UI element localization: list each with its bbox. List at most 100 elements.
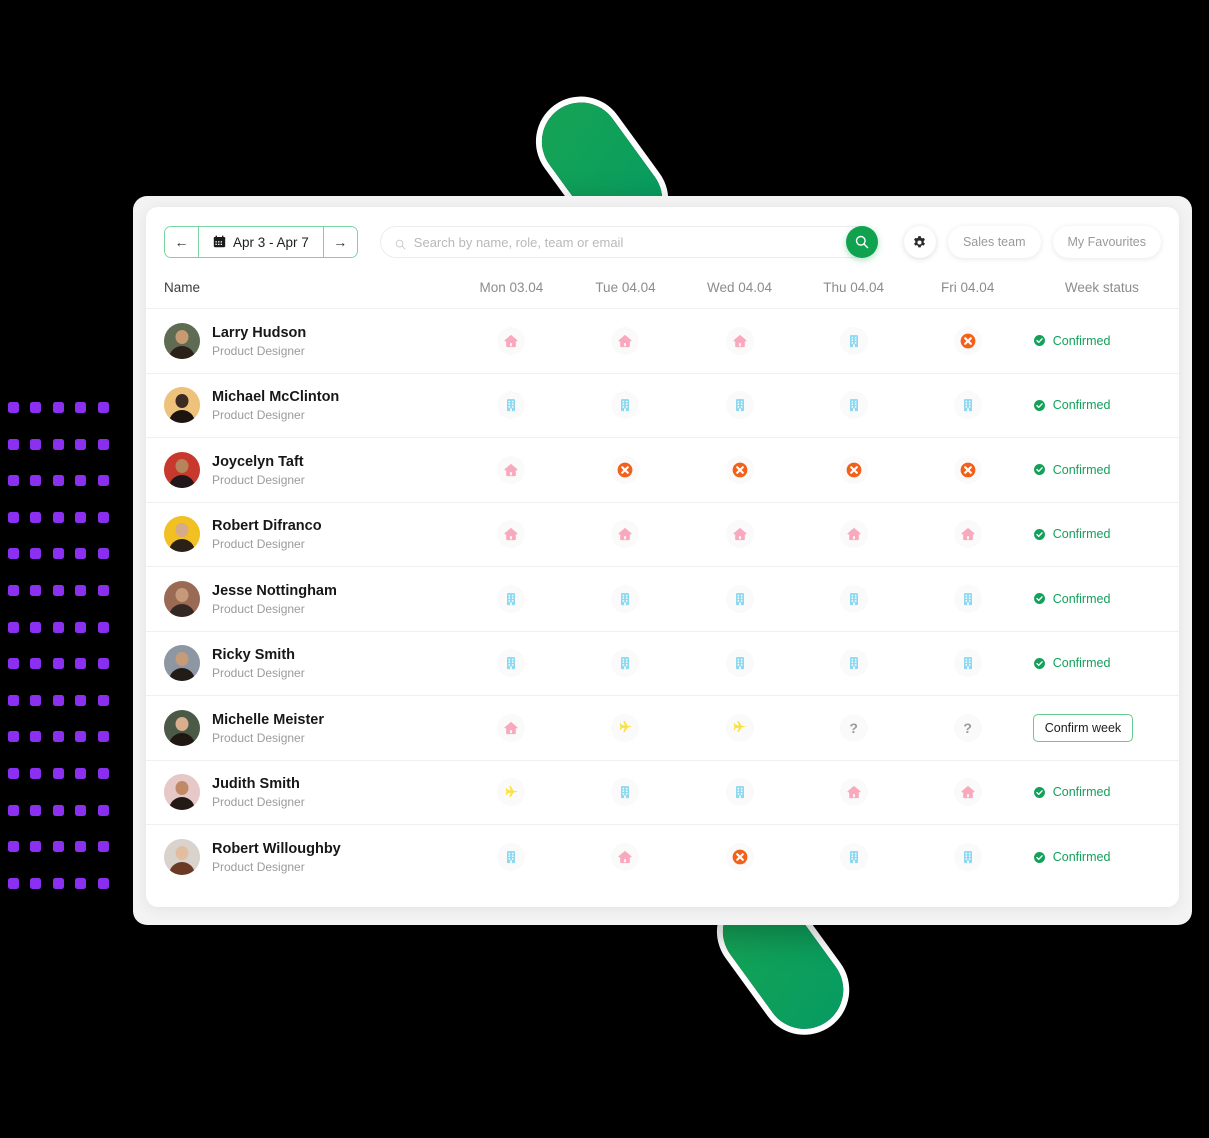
day-status-office[interactable] bbox=[683, 778, 797, 807]
cell-day-1[interactable] bbox=[568, 567, 682, 632]
next-week-button[interactable]: → bbox=[322, 227, 357, 257]
office-building-icon[interactable] bbox=[839, 649, 868, 678]
cell-day-2[interactable] bbox=[683, 631, 797, 696]
home-icon[interactable] bbox=[611, 843, 640, 871]
cell-day-2[interactable] bbox=[683, 373, 797, 438]
cell-day-1[interactable] bbox=[568, 825, 682, 890]
day-status-office[interactable] bbox=[454, 391, 568, 420]
day-status-office[interactable] bbox=[911, 649, 1025, 678]
question-mark-icon[interactable]: ? bbox=[839, 713, 868, 742]
cell-day-1[interactable] bbox=[568, 502, 682, 567]
day-status-home[interactable] bbox=[454, 455, 568, 484]
cell-day-1[interactable] bbox=[568, 631, 682, 696]
office-building-icon[interactable] bbox=[497, 584, 526, 613]
search-submit-button[interactable] bbox=[845, 226, 878, 258]
cell-day-0[interactable] bbox=[454, 825, 568, 890]
cell-day-3[interactable] bbox=[797, 760, 911, 825]
cell-day-3[interactable] bbox=[797, 631, 911, 696]
day-status-office[interactable] bbox=[911, 843, 1025, 871]
day-status-absent[interactable] bbox=[568, 455, 682, 484]
search-input[interactable] bbox=[413, 234, 853, 250]
day-status-office[interactable] bbox=[454, 649, 568, 678]
office-building-icon[interactable] bbox=[497, 843, 526, 871]
home-icon[interactable] bbox=[497, 713, 526, 742]
home-icon[interactable] bbox=[611, 326, 640, 355]
day-status-home[interactable] bbox=[911, 778, 1025, 807]
day-status-absent[interactable] bbox=[683, 843, 797, 871]
filter-sales-team-button[interactable]: Sales team bbox=[947, 226, 1041, 258]
cell-day-0[interactable] bbox=[454, 567, 568, 632]
office-building-icon[interactable] bbox=[839, 843, 868, 871]
home-icon[interactable] bbox=[497, 455, 526, 484]
day-status-home[interactable] bbox=[454, 520, 568, 549]
day-status-office[interactable] bbox=[797, 326, 911, 355]
table-row[interactable]: Michelle Meister Product Designer ? ? Co… bbox=[146, 695, 1179, 761]
office-building-icon[interactable] bbox=[725, 584, 754, 613]
table-row[interactable]: Michael McClinton Product Designer Confi… bbox=[146, 373, 1179, 438]
cell-day-3[interactable] bbox=[797, 825, 911, 890]
day-status-office[interactable] bbox=[454, 584, 568, 613]
cell-day-3[interactable] bbox=[797, 567, 911, 632]
cell-day-2[interactable] bbox=[683, 567, 797, 632]
cell-day-0[interactable] bbox=[454, 760, 568, 825]
day-status-home[interactable] bbox=[454, 713, 568, 742]
day-status-home[interactable] bbox=[454, 326, 568, 355]
filter-my-favourites-button[interactable]: My Favourites bbox=[1052, 226, 1161, 258]
home-icon[interactable] bbox=[497, 326, 526, 355]
office-building-icon[interactable] bbox=[725, 391, 754, 420]
day-status-office[interactable] bbox=[911, 391, 1025, 420]
home-icon[interactable] bbox=[497, 520, 526, 549]
day-status-unknown[interactable]: ? bbox=[911, 713, 1025, 742]
cell-day-2[interactable] bbox=[683, 309, 797, 374]
office-building-icon[interactable] bbox=[953, 584, 982, 613]
table-row[interactable]: Jesse Nottingham Product Designer Confir… bbox=[146, 566, 1179, 632]
day-status-travel[interactable] bbox=[454, 778, 568, 807]
day-status-office[interactable] bbox=[454, 843, 568, 871]
office-building-icon[interactable] bbox=[611, 391, 640, 420]
cell-day-3[interactable] bbox=[797, 309, 911, 374]
cell-day-1[interactable] bbox=[568, 309, 682, 374]
cell-day-0[interactable] bbox=[454, 696, 568, 761]
office-building-icon[interactable] bbox=[953, 649, 982, 678]
cell-day-2[interactable] bbox=[683, 760, 797, 825]
absent-x-circle-icon[interactable] bbox=[725, 455, 754, 484]
absent-x-circle-icon[interactable] bbox=[839, 455, 868, 484]
day-status-office[interactable] bbox=[568, 584, 682, 613]
day-status-office[interactable] bbox=[797, 584, 911, 613]
confirm-week-button[interactable]: Confirm week bbox=[1032, 713, 1134, 742]
absent-x-circle-icon[interactable] bbox=[953, 326, 982, 355]
cell-day-4[interactable] bbox=[911, 825, 1025, 890]
airplane-icon[interactable] bbox=[497, 778, 526, 807]
cell-day-2[interactable] bbox=[683, 502, 797, 567]
cell-day-4[interactable] bbox=[911, 631, 1025, 696]
cell-day-0[interactable] bbox=[454, 309, 568, 374]
office-building-icon[interactable] bbox=[611, 649, 640, 678]
day-status-travel[interactable] bbox=[683, 713, 797, 742]
cell-day-0[interactable] bbox=[454, 631, 568, 696]
day-status-home[interactable] bbox=[797, 778, 911, 807]
day-status-office[interactable] bbox=[683, 391, 797, 420]
day-status-office[interactable] bbox=[797, 649, 911, 678]
table-row[interactable]: Joycelyn Taft Product Designer Confirmed bbox=[146, 437, 1179, 503]
day-status-office[interactable] bbox=[683, 649, 797, 678]
cell-day-1[interactable] bbox=[568, 696, 682, 761]
cell-day-2[interactable] bbox=[683, 696, 797, 761]
day-status-home[interactable] bbox=[911, 520, 1025, 549]
day-status-office[interactable] bbox=[568, 778, 682, 807]
cell-day-4[interactable] bbox=[911, 567, 1025, 632]
airplane-icon[interactable] bbox=[725, 713, 754, 742]
day-status-office[interactable] bbox=[911, 584, 1025, 613]
office-building-icon[interactable] bbox=[725, 649, 754, 678]
day-status-home[interactable] bbox=[568, 843, 682, 871]
office-building-icon[interactable] bbox=[497, 649, 526, 678]
home-icon[interactable] bbox=[725, 326, 754, 355]
day-status-home[interactable] bbox=[797, 520, 911, 549]
day-status-office[interactable] bbox=[683, 584, 797, 613]
office-building-icon[interactable] bbox=[839, 391, 868, 420]
cell-day-2[interactable] bbox=[683, 825, 797, 890]
absent-x-circle-icon[interactable] bbox=[953, 455, 982, 484]
home-icon[interactable] bbox=[839, 520, 868, 549]
office-building-icon[interactable] bbox=[497, 391, 526, 420]
table-row[interactable]: Robert Difranco Product Designer Confirm… bbox=[146, 502, 1179, 567]
cell-day-3[interactable] bbox=[797, 502, 911, 567]
